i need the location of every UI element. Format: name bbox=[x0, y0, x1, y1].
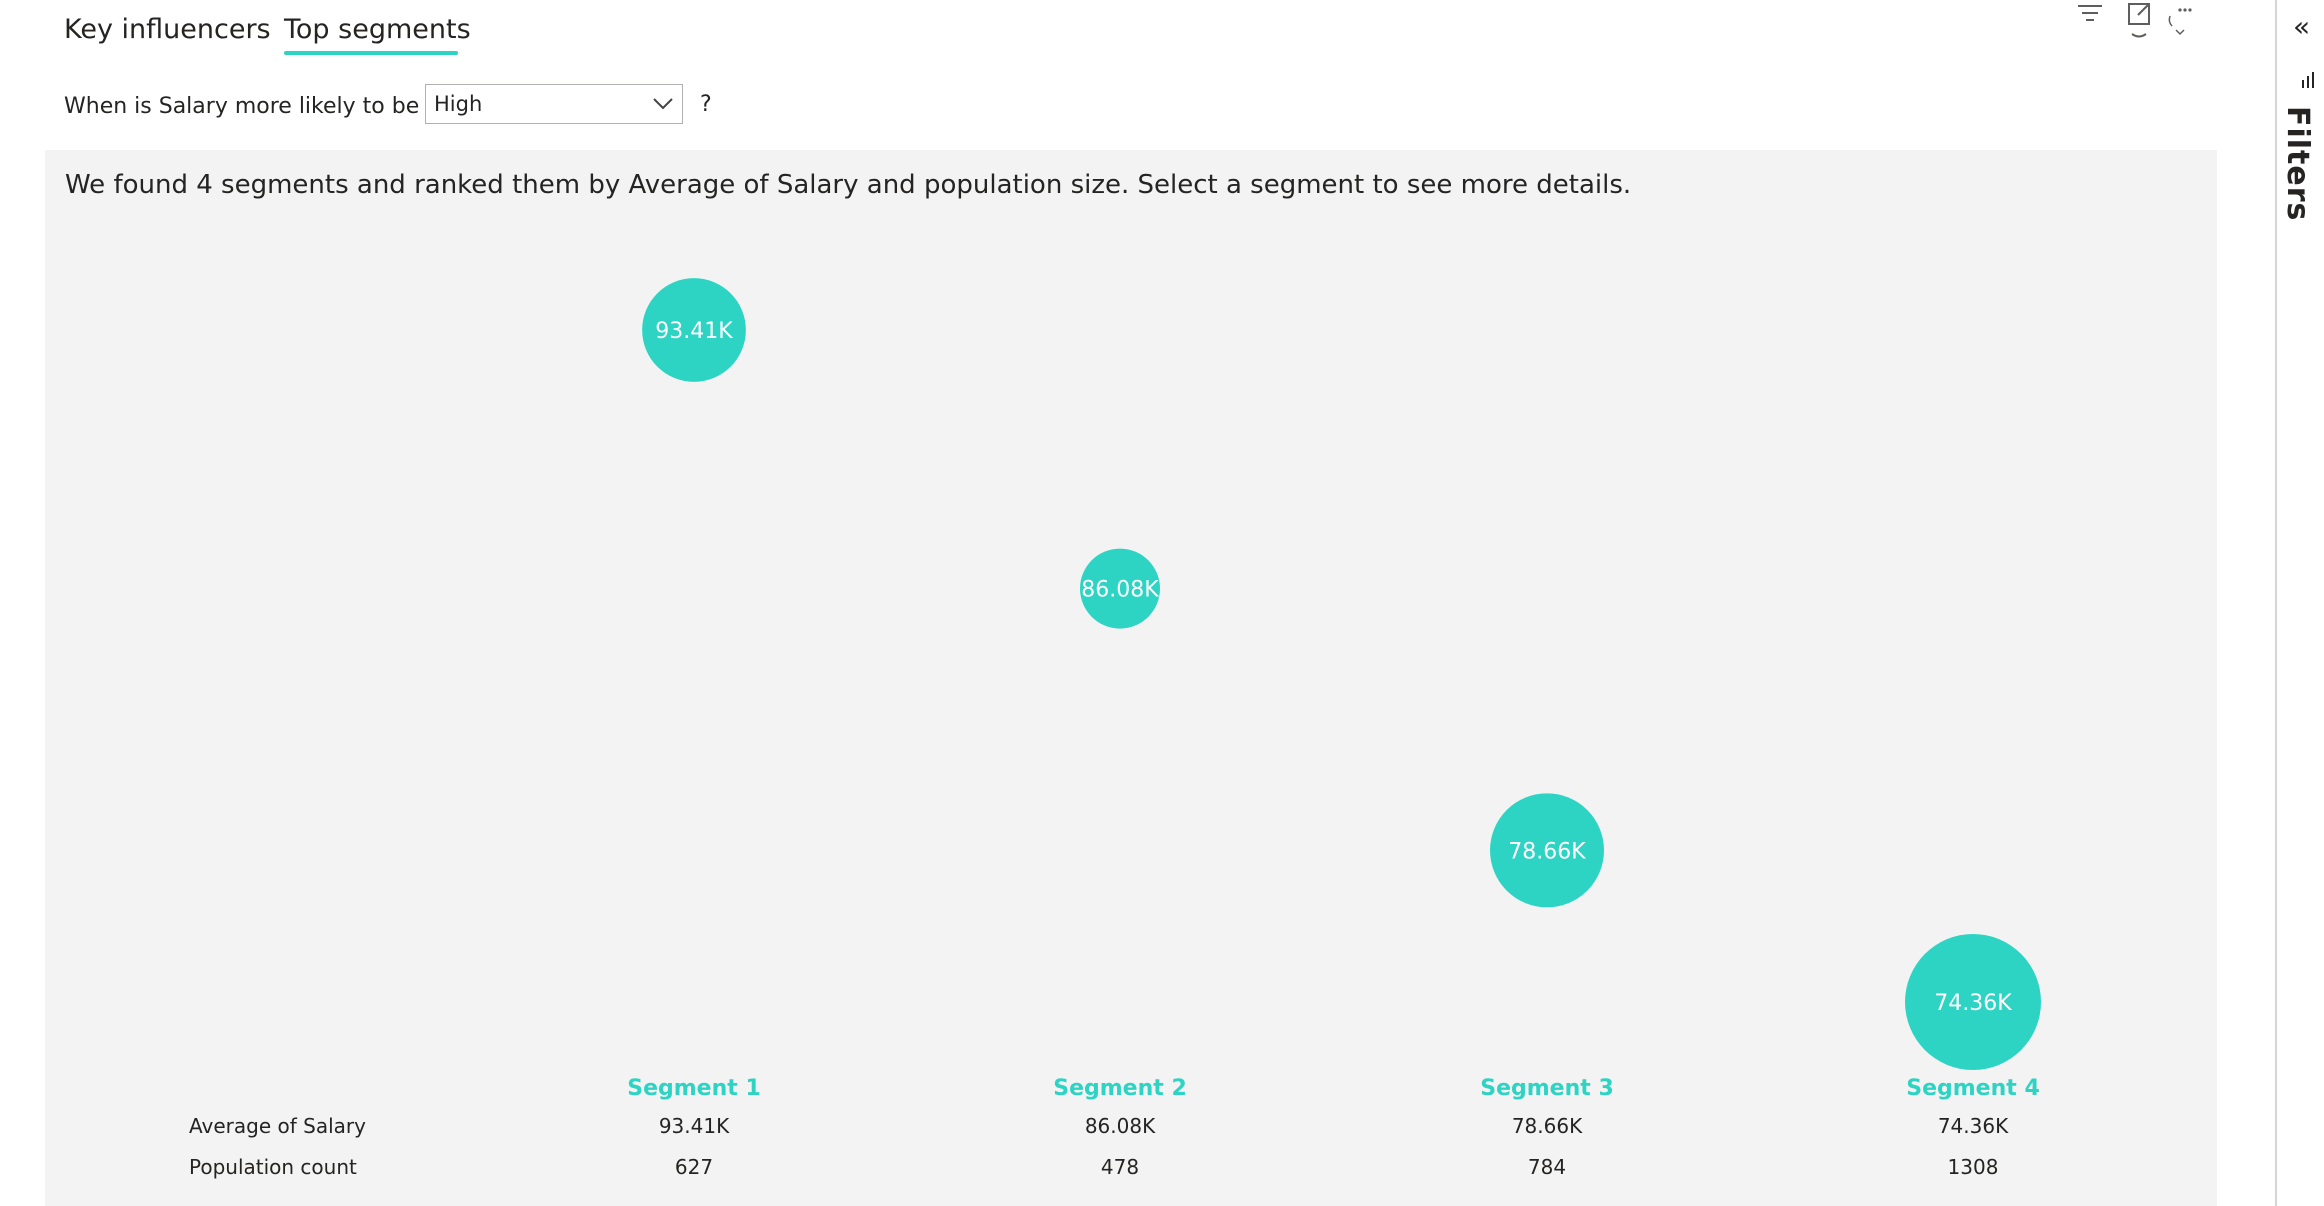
segment-3-bubble[interactable]: 78.66K bbox=[1489, 793, 1605, 908]
segment-1-bubble[interactable]: 93.41K bbox=[642, 278, 746, 382]
filter-pane-icon bbox=[2302, 72, 2314, 88]
segment-1-average: 93.41K bbox=[658, 1114, 730, 1138]
segment-2-bubble[interactable]: 86.08K bbox=[1080, 548, 1160, 629]
more-options-icon[interactable] bbox=[2166, 0, 2200, 44]
segment-4-average: 74.36K bbox=[1937, 1114, 2009, 1138]
tab-key-influencers[interactable]: Key influencers bbox=[64, 8, 271, 52]
question-mark: ? bbox=[700, 92, 712, 117]
segment-3-bubble-label: 78.66K bbox=[1508, 839, 1586, 864]
tab-top-segments[interactable]: Top segments bbox=[284, 8, 471, 52]
segment-1-label[interactable]: Segment 1 bbox=[627, 1076, 761, 1101]
filter-icon[interactable] bbox=[2073, 0, 2107, 44]
segment-1-bubble-label: 93.41K bbox=[655, 319, 733, 344]
filters-pane: « Filters bbox=[2277, 0, 2324, 1206]
question-row: When is Salary more likely to be High ? bbox=[64, 84, 712, 128]
segment-bubble-chart: 93.41K 86.08K 78.66K 74.36K bbox=[642, 278, 2041, 1070]
segment-1-population: 627 bbox=[674, 1155, 714, 1179]
salary-value-dropdown[interactable]: High bbox=[425, 84, 683, 124]
segment-4-label[interactable]: Segment 4 bbox=[1906, 1076, 2040, 1101]
segment-2-average: 86.08K bbox=[1084, 1114, 1156, 1138]
collapse-icon[interactable]: « bbox=[2293, 10, 2310, 43]
visual-header-icons bbox=[2058, 0, 2208, 50]
dropdown-value: High bbox=[434, 92, 483, 116]
segment-2-label[interactable]: Segment 2 bbox=[1053, 1076, 1187, 1101]
question-label: When is Salary more likely to be bbox=[64, 93, 420, 119]
segment-4-bubble-label: 74.36K bbox=[1934, 991, 2012, 1016]
focus-mode-icon[interactable] bbox=[2124, 0, 2158, 44]
segment-3-label[interactable]: Segment 3 bbox=[1480, 1076, 1614, 1101]
filters-pane-label[interactable]: Filters bbox=[2280, 106, 2315, 221]
active-tab-indicator bbox=[284, 51, 458, 55]
row-label-population: Population count bbox=[189, 1155, 357, 1179]
segment-3-population: 784 bbox=[1527, 1155, 1567, 1179]
segment-4-population: 1308 bbox=[1947, 1155, 1999, 1179]
segment-4-bubble[interactable]: 74.36K bbox=[1905, 934, 2041, 1070]
segments-panel: We found 4 segments and ranked them by A… bbox=[45, 150, 2217, 1206]
chevron-down-icon bbox=[653, 98, 673, 110]
segment-2-population: 478 bbox=[1100, 1155, 1140, 1179]
segment-2-bubble-label: 86.08K bbox=[1081, 578, 1159, 603]
row-label-average: Average of Salary bbox=[189, 1114, 366, 1138]
segment-3-average: 78.66K bbox=[1511, 1114, 1583, 1138]
